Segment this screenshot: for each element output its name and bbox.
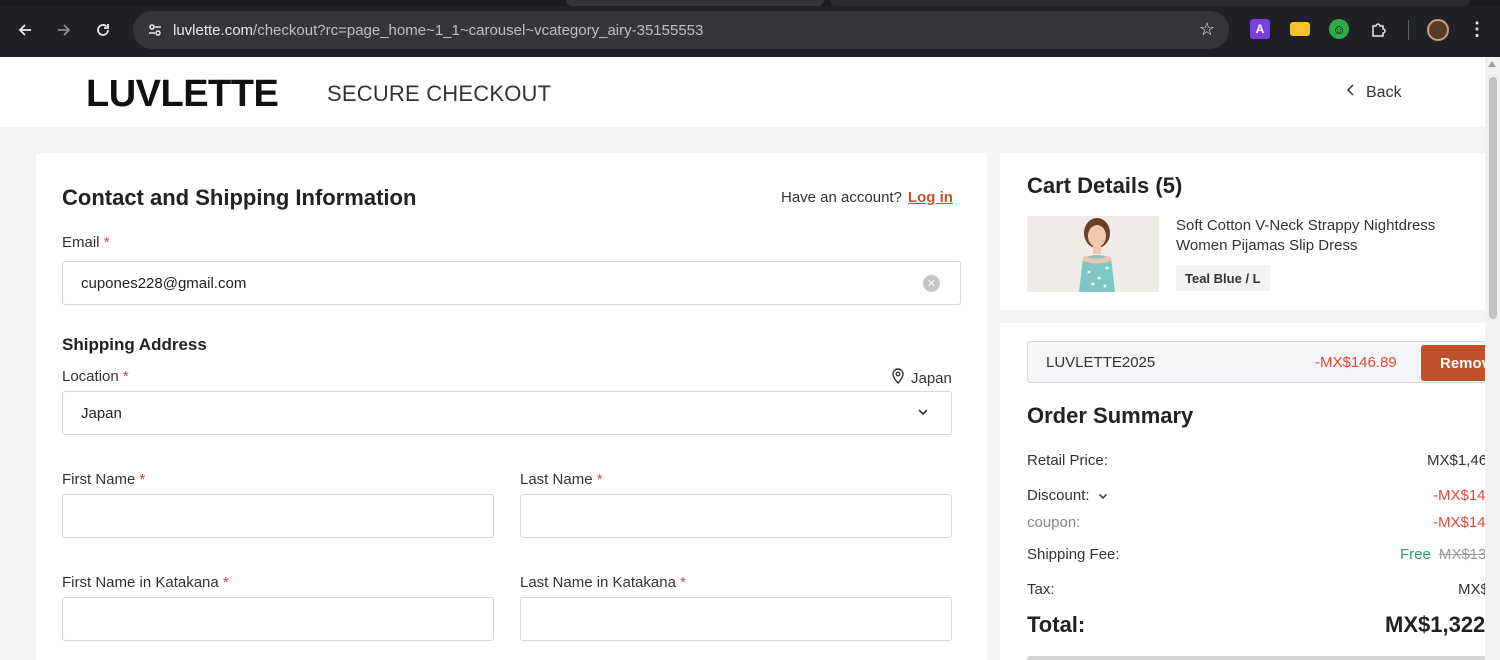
shipping-free-text: Free	[1400, 546, 1431, 563]
email-label-text: Email	[62, 234, 100, 251]
location-hint-text: Japan	[911, 369, 952, 387]
required-mark: *	[222, 574, 229, 591]
retail-price-value: MX$1,46	[1427, 452, 1488, 469]
page-scrollbar[interactable]	[1485, 57, 1500, 660]
site-header: LUVLETTE SECURE CHECKOUT Back	[0, 57, 1485, 127]
discount-toggle[interactable]: Discount:	[1027, 487, 1108, 504]
total-value: MX$1,322	[1385, 612, 1486, 637]
first-name-kana-label-text: First Name in Katakana	[62, 574, 219, 591]
first-name-kana-field[interactable]	[62, 597, 494, 641]
scroll-thumb[interactable]	[1489, 77, 1497, 319]
cart-details-title: Cart Details (5)	[1027, 173, 1183, 198]
coupon-discount-value: -MX$14	[1433, 514, 1486, 531]
chevron-down-icon	[917, 404, 929, 419]
required-mark: *	[103, 234, 110, 251]
email-field[interactable]: cupones228@gmail.com ✕	[62, 261, 961, 305]
last-name-kana-label: Last Name in Katakana *	[520, 574, 686, 591]
location-select[interactable]: Japan	[62, 391, 952, 435]
extensions-puzzle-icon[interactable]	[1369, 19, 1389, 39]
coupon-amount: -MX$146.89	[1315, 354, 1397, 371]
have-account-text: Have an account?	[781, 189, 902, 206]
scroll-up-arrow-icon[interactable]	[1488, 61, 1496, 67]
contact-shipping-card: Contact and Shipping Information Have an…	[36, 153, 987, 660]
coupon-code: LUVLETTE2025	[1046, 354, 1156, 371]
toolbar-divider	[1408, 20, 1409, 40]
required-mark: *	[596, 471, 603, 488]
order-summary-title: Order Summary	[1027, 403, 1194, 428]
shipping-address-title: Shipping Address	[62, 335, 207, 354]
browser-menu-icon[interactable]: ⋮	[1467, 19, 1487, 39]
map-pin-icon	[891, 368, 905, 388]
first-name-label-text: First Name	[62, 471, 136, 488]
retail-price-label: Retail Price:	[1027, 452, 1108, 469]
shipping-fee-value: Free MX$13	[1400, 546, 1486, 563]
first-name-kana-label: First Name in Katakana *	[62, 574, 229, 591]
profile-avatar[interactable]	[1427, 19, 1449, 41]
inactive-tab[interactable]	[830, 0, 1470, 6]
order-summary-card: LUVLETTE2025 -MX$146.89 Remov Order Summ…	[1000, 323, 1500, 660]
clear-input-icon[interactable]: ✕	[923, 275, 940, 292]
shipping-original-price: MX$13	[1438, 546, 1487, 563]
forward-nav-icon[interactable]	[50, 16, 78, 44]
discount-label: Discount:	[1027, 487, 1090, 504]
required-mark: *	[139, 471, 146, 488]
site-info-icon[interactable]	[141, 16, 169, 44]
shipping-fee-label: Shipping Fee:	[1027, 546, 1120, 563]
applied-coupon: LUVLETTE2025 -MX$146.89 Remov	[1027, 341, 1500, 383]
location-label-text: Location	[62, 368, 119, 385]
page-title: SECURE CHECKOUT	[327, 81, 552, 106]
coupon-discount-label: coupon:	[1027, 514, 1081, 531]
last-name-field[interactable]	[520, 494, 952, 538]
reload-icon[interactable]	[89, 16, 117, 44]
active-tab[interactable]	[566, 0, 824, 6]
browser-chrome: luvlette.com/checkout?rc=page_home~1_1~c…	[0, 0, 1500, 57]
place-order-button[interactable]	[1027, 656, 1497, 660]
product-variant-badge: Teal Blue / L	[1176, 265, 1270, 291]
location-label: Location *	[62, 368, 129, 385]
required-mark: *	[122, 368, 129, 385]
product-thumbnail[interactable]	[1027, 216, 1159, 292]
back-label: Back	[1366, 83, 1402, 101]
bookmark-star-icon[interactable]: ☆	[1199, 19, 1215, 40]
contact-section-title: Contact and Shipping Information	[62, 185, 417, 210]
extension-a-icon[interactable]: A	[1250, 19, 1270, 39]
tax-label: Tax:	[1027, 581, 1055, 598]
address-bar[interactable]: luvlette.com/checkout?rc=page_home~1_1~c…	[133, 11, 1229, 49]
last-name-kana-label-text: Last Name in Katakana	[520, 574, 676, 591]
extension-card-icon[interactable]	[1290, 22, 1310, 36]
last-name-kana-field[interactable]	[520, 597, 952, 641]
account-prompt: Have an account? Log in	[781, 189, 953, 206]
first-name-field[interactable]	[62, 494, 494, 538]
login-link[interactable]: Log in	[908, 189, 953, 206]
chevron-down-icon	[1098, 487, 1108, 504]
url-text: luvlette.com/checkout?rc=page_home~1_1~c…	[173, 22, 704, 39]
chevron-left-icon	[1346, 83, 1356, 102]
brand-logo[interactable]: LUVLETTE	[86, 73, 279, 116]
back-link[interactable]: Back	[1346, 83, 1402, 102]
location-hint: Japan	[891, 368, 952, 388]
back-nav-icon[interactable]	[11, 16, 39, 44]
email-label: Email *	[62, 234, 110, 251]
email-value: cupones228@gmail.com	[81, 274, 247, 292]
cart-details-card: Cart Details (5) Soft Cotton V-Neck Stra…	[1000, 153, 1485, 310]
location-value: Japan	[81, 404, 122, 422]
extension-green-icon[interactable]: ☺	[1329, 19, 1349, 39]
discount-value: -MX$14	[1433, 487, 1486, 504]
total-label: Total:	[1027, 612, 1086, 637]
required-mark: *	[680, 574, 686, 591]
first-name-label: First Name *	[62, 471, 145, 488]
product-name[interactable]: Soft Cotton V-Neck Strappy Nightdress Wo…	[1176, 216, 1476, 256]
last-name-label: Last Name *	[520, 471, 603, 488]
last-name-label-text: Last Name	[520, 471, 593, 488]
